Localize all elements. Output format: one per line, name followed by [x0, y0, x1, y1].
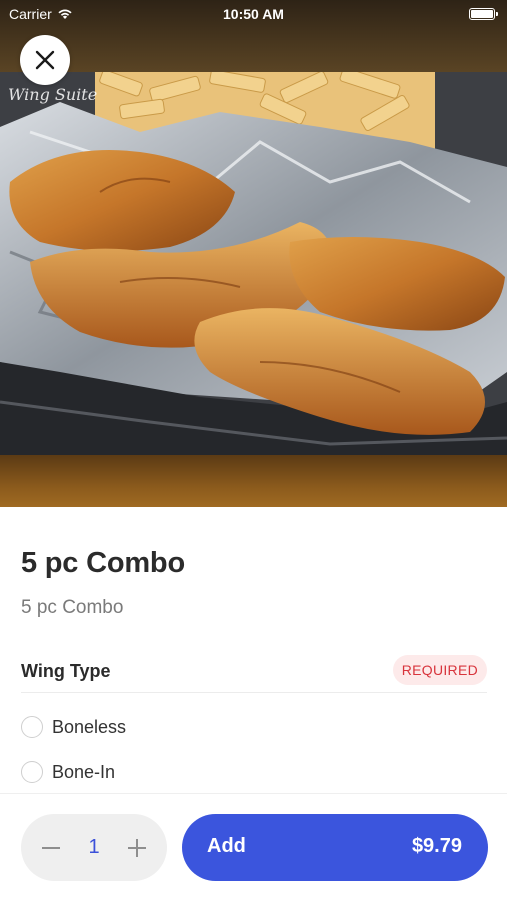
quantity-stepper: 1: [21, 814, 167, 881]
plus-icon: [128, 838, 146, 857]
choice-bone-in[interactable]: Bone-In: [21, 758, 115, 786]
hero-blur-bottom: [0, 455, 507, 507]
battery-fill: [471, 10, 493, 18]
add-to-cart-button[interactable]: Add $9.79: [182, 814, 488, 881]
radio-button[interactable]: [21, 761, 43, 783]
hero-image-area: Wing Suite: [0, 0, 507, 507]
battery-icon: [469, 8, 498, 20]
option-group-header: Wing Type REQUIRED: [21, 655, 487, 693]
required-badge: REQUIRED: [392, 655, 487, 685]
choice-label: Bone-In: [52, 761, 116, 782]
item-title: 5 pc Combo: [21, 547, 185, 579]
increment-button[interactable]: [113, 814, 161, 881]
battery-nub: [496, 12, 498, 16]
item-description: 5 pc Combo: [21, 597, 124, 618]
add-button-label: Add: [207, 835, 246, 857]
bottom-action-bar: 1 Add $9.79: [0, 793, 507, 900]
radio-button[interactable]: [21, 716, 43, 738]
choice-label: Boneless: [52, 716, 127, 737]
close-icon: [35, 50, 55, 70]
close-button[interactable]: [20, 35, 70, 85]
status-time: 10:50 AM: [223, 6, 284, 22]
food-photo: Wing Suite: [0, 72, 507, 455]
option-group-title: Wing Type: [21, 661, 111, 681]
choice-boneless[interactable]: Boneless: [21, 713, 126, 741]
status-bar: Carrier 10:50 AM: [0, 0, 507, 28]
watermark-text: Wing Suite: [8, 85, 97, 104]
add-button-price: $9.79: [411, 835, 462, 857]
